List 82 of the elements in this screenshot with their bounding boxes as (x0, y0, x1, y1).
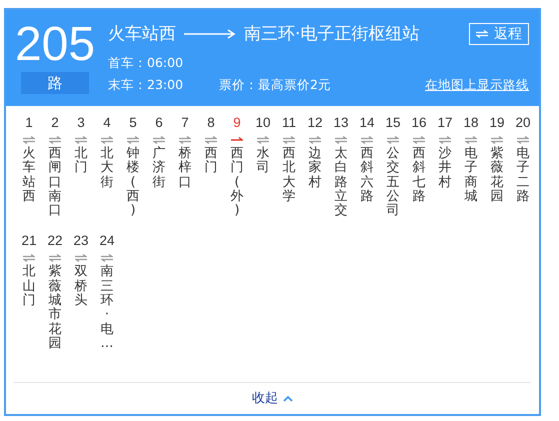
station-number: 17 (437, 114, 453, 132)
station-name[interactable]: 北大街 (100, 147, 114, 190)
station-number: 3 (77, 114, 85, 132)
collapse-button[interactable]: 收起 (252, 389, 293, 407)
swap-icon (101, 136, 113, 144)
station-name[interactable]: 公交五公司 (386, 147, 400, 218)
station-number: 13 (333, 114, 349, 132)
station-name[interactable]: 西北大学 (282, 147, 296, 204)
station-number: 14 (359, 114, 375, 132)
station-number: 2 (51, 114, 59, 132)
swap-icon (257, 136, 269, 144)
last-bus-time: 末车：23:00 (108, 77, 184, 94)
swap-icon (179, 136, 191, 144)
swap-icon (491, 136, 503, 144)
station-number: 19 (489, 114, 505, 132)
station-number: 16 (411, 114, 427, 132)
station-name[interactable]: 紫薇花园 (490, 147, 504, 204)
station-name[interactable]: 桥梓口 (178, 147, 192, 190)
station-name[interactable]: 南三环·电… (100, 265, 114, 352)
swap-icon (335, 136, 347, 144)
station-number: 9 (233, 114, 241, 132)
swap-icon (465, 136, 477, 144)
swap-icon (101, 254, 113, 262)
station-name[interactable]: 电子二路 (516, 147, 530, 204)
swap-icon (153, 136, 165, 144)
station-number: 18 (463, 114, 479, 132)
station-number: 22 (47, 232, 63, 250)
swap-icon (387, 136, 399, 144)
station-number: 4 (103, 114, 111, 132)
station-number: 23 (73, 232, 89, 250)
station-name[interactable]: 沙井村 (438, 147, 452, 190)
station-number: 6 (155, 114, 163, 132)
station-number: 12 (307, 114, 323, 132)
swap-icon (23, 254, 35, 262)
station-name[interactable]: 火车站西 (22, 147, 36, 204)
swap-icon (309, 136, 321, 144)
station-number: 1 (25, 114, 33, 132)
station-name[interactable]: 西门 (204, 147, 218, 176)
origin-station: 火车站西 (108, 23, 176, 45)
station-name[interactable]: 电子商城 (464, 147, 478, 204)
swap-icon (49, 136, 61, 144)
swap-icon (361, 136, 373, 144)
swap-icon (517, 136, 529, 144)
station-name[interactable]: 钟楼(西) (126, 147, 140, 218)
station-number: 24 (99, 232, 115, 250)
station-name[interactable]: 西门(外) (230, 147, 244, 218)
station-name[interactable]: 西闸口南口 (48, 147, 62, 218)
swap-icon (75, 254, 87, 262)
station-number: 21 (21, 232, 37, 250)
destination-station: 南三环·电子正街枢纽站 (244, 23, 420, 45)
swap-icon (127, 136, 139, 144)
swap-icon (476, 30, 488, 38)
swap-icon (439, 136, 451, 144)
swap-icon (283, 136, 295, 144)
swap-icon (205, 136, 217, 144)
arrow-icon (184, 28, 236, 38)
station-name[interactable]: 紫薇城市花园 (48, 265, 62, 352)
route-suffix: 路 (21, 72, 89, 94)
station-name[interactable]: 西斜六路 (360, 147, 374, 204)
station-name[interactable]: 双桥头 (74, 265, 88, 308)
route-number: 205 (14, 22, 96, 68)
station-name[interactable]: 太白路立交 (334, 147, 348, 218)
station-number: 15 (385, 114, 401, 132)
swap-icon (49, 254, 61, 262)
station-number: 20 (515, 114, 531, 132)
swap-icon (75, 136, 87, 144)
station-name[interactable]: 水司 (256, 147, 270, 176)
station-name[interactable]: 西斜七路 (412, 147, 426, 204)
first-bus-time: 首车：06:00 (108, 55, 184, 72)
station-number: 11 (282, 114, 296, 132)
station-number: 10 (255, 114, 271, 132)
station-number: 8 (207, 114, 215, 132)
station-name[interactable]: 边家村 (308, 147, 322, 190)
fare-text: 票价：最高票价2元 (219, 77, 331, 94)
station-number: 5 (129, 114, 137, 132)
station-name[interactable]: 北门 (74, 147, 88, 176)
station-name[interactable]: 广济街 (152, 147, 166, 190)
station-number: 7 (181, 114, 189, 132)
swap-icon (413, 136, 425, 144)
swap-icon (23, 136, 35, 144)
chevron-up-icon (283, 394, 293, 402)
station-name[interactable]: 北山门 (22, 265, 36, 308)
